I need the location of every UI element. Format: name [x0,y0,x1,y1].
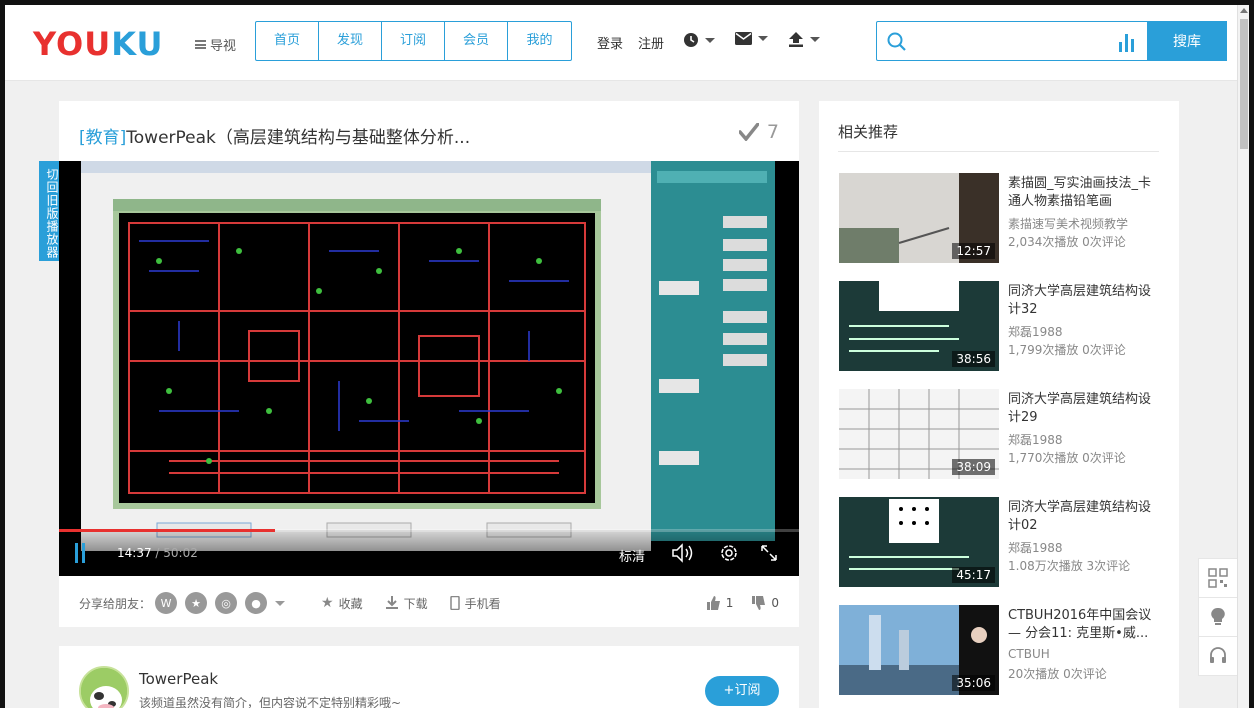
action-row: 分享给朋友： W ★ ◎ ● ★ 收藏 下载 手机看 1 0 [79,591,779,615]
customer-service-button[interactable] [1198,636,1238,676]
quality-selector[interactable]: 标清 [619,546,645,565]
search-box: 搜库 [876,21,1227,61]
chevron-down-icon [758,36,768,41]
related-panel: 相关推荐 12:57 素描圆_写实油画技法_卡通人物素描铅笔画 素描速写美术视频… [819,101,1179,708]
nav-menu-toggle[interactable]: 导视 [195,35,236,54]
uploader-name[interactable]: TowerPeak [139,670,218,688]
trending-chart-icon[interactable] [1119,32,1135,52]
uploader-description: 该频道虽然没有简介，但内容说不定特别精彩哦~ [139,696,402,708]
cow-avatar-icon [81,668,127,708]
qr-code-icon [1208,568,1228,588]
related-thumbnail[interactable]: 35:06 [839,605,999,695]
related-thumbnail[interactable]: 38:56 [839,281,999,371]
mail-icon [735,32,752,45]
qzone-share-icon[interactable]: ★ [185,592,208,614]
tab-discover[interactable]: 发现 [319,22,382,60]
qq-share-icon[interactable]: ● [245,592,268,614]
tab-mine[interactable]: 我的 [508,22,571,60]
search-icon [887,32,906,51]
feedback-button[interactable] [1198,597,1238,637]
download-button[interactable]: 下载 [385,595,428,612]
related-item[interactable]: 12:57 素描圆_写实油画技法_卡通人物素描铅笔画 素描速写美术视频教学 2,… [839,173,1169,265]
message-menu[interactable] [735,32,768,45]
scroll-up-arrow-icon[interactable] [1240,8,1248,13]
search-input[interactable] [913,28,1113,54]
chevron-down-icon [705,37,715,43]
lightbulb-icon [1211,607,1225,625]
video-category-tag[interactable]: [教育] [79,128,126,148]
checkmark-icon [738,123,759,141]
more-share-chevron-icon[interactable] [275,600,286,606]
search-button[interactable]: 搜库 [1147,21,1227,61]
mobile-watch-button[interactable]: 手机看 [449,595,501,612]
thumbs-down-icon [752,596,766,610]
dislike-button[interactable]: 0 [751,596,779,610]
subscribe-button[interactable]: +订阅 [705,676,779,706]
related-thumbnail[interactable]: 38:09 [839,389,999,479]
phone-icon [449,596,460,610]
video-card: [教育]TowerPeak（高层建筑结构与基础整体分析... 7 14:37 /… [59,101,799,627]
related-item[interactable]: 45:17 同济大学高层建筑结构设计02 郑磊1988 1.08万次播放 3次评… [839,497,1169,589]
weibo-share-icon[interactable]: ◎ [215,592,238,614]
related-title: 相关推荐 [838,123,899,141]
scroll-thumb[interactable] [1240,19,1248,149]
progress-bar[interactable] [59,529,799,532]
like-button[interactable]: 1 [706,596,733,610]
video-title: [教育]TowerPeak（高层建筑结构与基础整体分析... [79,128,471,148]
main-nav-tabs: 首页 发现 订阅 会员 我的 [255,21,572,61]
wechat-share-icon[interactable]: W [155,592,178,614]
hamburger-icon [195,40,206,49]
video-frame [59,161,799,576]
video-player[interactable] [59,161,799,576]
upload-icon [789,32,803,47]
tab-vip[interactable]: 会员 [445,22,508,60]
tab-subscribe[interactable]: 订阅 [382,22,445,60]
related-thumbnail[interactable]: 45:17 [839,497,999,587]
settings-gear-icon[interactable] [719,543,739,563]
related-item[interactable]: 38:09 同济大学高层建筑结构设计29 郑磊1988 1,770次播放 0次评… [839,389,1169,481]
qr-code-button[interactable] [1198,558,1238,598]
pause-icon[interactable] [75,543,85,563]
register-link[interactable]: 注册 [638,33,664,52]
login-link[interactable]: 登录 [597,33,623,52]
share-label: 分享给朋友： [79,596,152,611]
top-header: YOUKU 导视 首页 发现 订阅 会员 我的 登录 注册 搜库 [5,5,1237,81]
related-divider [838,151,1159,152]
progress-fill [59,529,276,532]
star-icon: ★ [321,595,334,611]
fullscreen-icon[interactable] [759,543,779,563]
chevron-down-icon [810,37,820,42]
youku-logo[interactable]: YOUKU [33,25,163,63]
related-thumbnail[interactable]: 12:57 [839,173,999,263]
clock-icon [684,33,698,47]
related-item[interactable]: 38:56 同济大学高层建筑结构设计32 郑磊1988 1,799次播放 0次评… [839,281,1169,373]
tab-home[interactable]: 首页 [256,22,319,60]
volume-icon[interactable] [671,543,697,563]
video-score: 7 [738,121,779,143]
switch-old-player-tab[interactable]: 切回旧版播放器 [39,161,59,261]
upload-menu[interactable] [788,32,820,47]
history-menu[interactable] [683,32,715,48]
download-icon [385,596,398,609]
page-scrollbar[interactable] [1237,5,1249,708]
uploader-card: TowerPeak 该频道虽然没有简介，但内容说不定特别精彩哦~ +订阅 [59,646,799,708]
favorite-button[interactable]: ★ 收藏 [321,595,363,612]
thumbs-up-icon [706,596,720,610]
headset-icon [1210,647,1226,663]
related-item[interactable]: 35:06 CTBUH2016年中国会议 — 分会11: 克里斯•威... CT… [839,605,1169,697]
playback-time: 14:37 / 50:02 [117,546,198,560]
uploader-avatar[interactable] [79,666,129,708]
